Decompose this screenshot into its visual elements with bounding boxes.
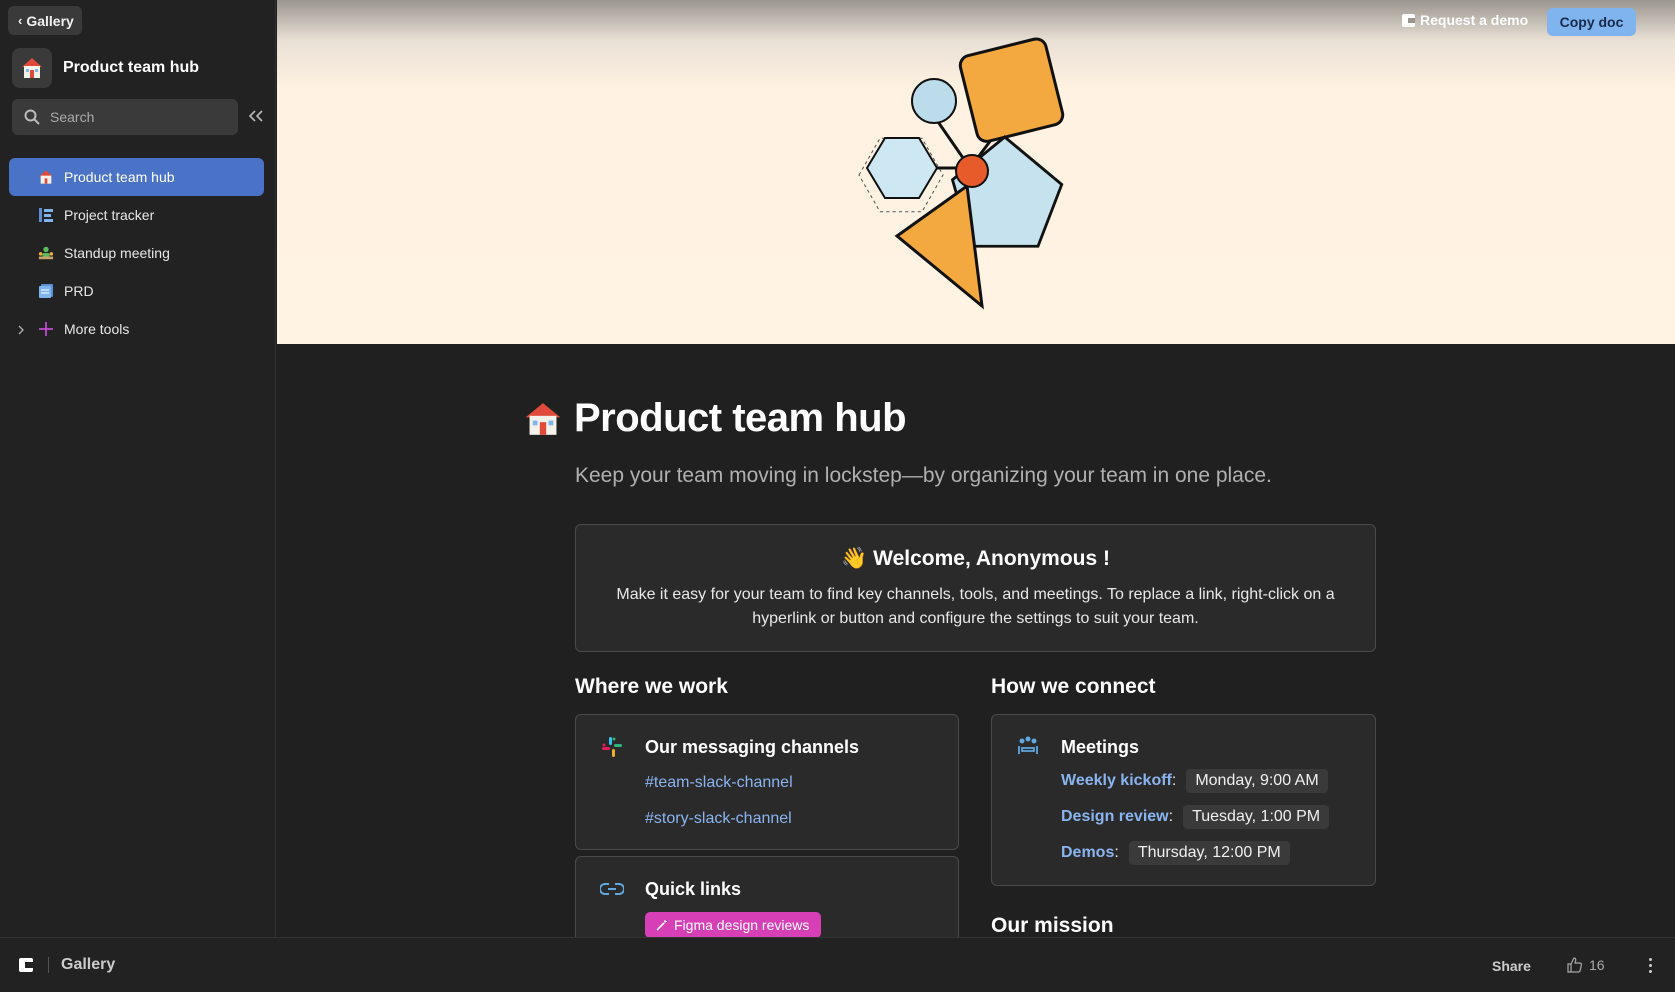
collapse-sidebar-button[interactable] (246, 106, 266, 126)
sidebar-item-project-tracker[interactable]: Project tracker (9, 196, 264, 234)
bottom-bar: Gallery Share 16 (0, 937, 1675, 992)
house-icon (525, 402, 561, 435)
thumbs-up-icon (1567, 957, 1583, 973)
chevron-left-icon: ‹ (18, 13, 23, 28)
welcome-heading-text: Welcome, Anonymous ! (873, 547, 1111, 570)
gallery-back-label: Gallery (26, 12, 74, 29)
doc-title: Product team hub (63, 59, 200, 76)
waving-hand-icon: 👋 (840, 547, 868, 570)
request-demo-label: Request a demo (1420, 12, 1529, 28)
sidebar-item-label: Project tracker (64, 207, 155, 223)
messaging-channels-card: Our messaging channels #team-slack-chann… (575, 714, 959, 850)
page-title-text: Product team hub (574, 396, 907, 440)
messaging-channels-title: Our messaging channels (645, 737, 860, 757)
sidebar-item-product-team-hub[interactable]: Product team hub (9, 158, 264, 196)
meeting-colon: : (1168, 808, 1174, 825)
how-we-connect-heading: How we connect (991, 675, 1156, 698)
divider (48, 957, 49, 973)
our-mission-heading: Our mission (991, 914, 1114, 937)
slack-icon (602, 737, 622, 757)
meeting-colon: : (1171, 772, 1177, 789)
channel-link[interactable]: #team-slack-channel (645, 774, 793, 792)
main-content: Product team hub Keep your team moving i… (277, 344, 1675, 937)
meeting-colon: : (1114, 844, 1119, 861)
quick-links-title: Quick links (645, 879, 742, 899)
more-options-button[interactable] (1645, 955, 1655, 975)
request-demo-button[interactable]: Request a demo (1402, 12, 1528, 28)
header-banner (277, 0, 1675, 344)
welcome-heading: 👋 Welcome, Anonymous ! (576, 547, 1375, 571)
meeting-row: Demos: Thursday, 12:00 PM (1061, 841, 1290, 865)
welcome-body: Make it easy for your team to find key c… (616, 586, 1335, 627)
more-dot (1648, 969, 1652, 973)
page-title: Product team hub (524, 396, 907, 441)
copy-doc-button[interactable]: Copy doc (1547, 8, 1636, 36)
sidebar-item-more-tools[interactable]: More tools (9, 310, 264, 348)
meeting-time: Tuesday, 1:00 PM (1183, 805, 1330, 829)
channel-link[interactable]: #story-slack-channel (645, 810, 792, 828)
share-button[interactable]: Share (1492, 958, 1531, 974)
search-icon (24, 109, 40, 125)
sidebar-item-standup-meeting[interactable]: Standup meeting (9, 234, 264, 272)
coda-logo-icon[interactable] (19, 958, 33, 972)
sidebar-item-prd[interactable]: PRD (9, 272, 264, 310)
house-icon (12, 48, 52, 88)
meeting-name-link[interactable]: Design review (1061, 808, 1169, 826)
sidebar-item-label: Standup meeting (64, 245, 170, 261)
meeting-people-icon (1018, 736, 1038, 754)
page-subtitle: Keep your team moving in lockstep—by org… (575, 464, 1272, 487)
quick-links-card: Quick links Figma design reviews (575, 856, 959, 937)
document-icon (38, 283, 54, 299)
search-input[interactable]: Search (12, 99, 238, 135)
gallery-back-button[interactable]: ‹ Gallery (8, 6, 82, 35)
doc-header[interactable]: Product team hub (12, 48, 199, 88)
meetings-title: Meetings (1061, 737, 1140, 757)
more-dot (1648, 963, 1652, 967)
meetings-card: Meetings Weekly kickoff: Monday, 9:00 AM… (991, 714, 1376, 886)
meeting-row: Design review: Tuesday, 1:00 PM (1061, 805, 1330, 829)
banner-illustration (858, 37, 1065, 310)
like-count: 16 (1589, 957, 1605, 973)
meeting-row: Weekly kickoff: Monday, 9:00 AM (1061, 769, 1328, 793)
where-we-work-heading: Where we work (575, 675, 728, 698)
plus-icon (38, 321, 54, 337)
sidebar: ‹ Gallery Product team hub Search Produc… (0, 0, 276, 937)
meeting-name-link[interactable]: Weekly kickoff (1061, 772, 1172, 790)
double-chevron-left-icon (249, 110, 263, 122)
chevron-right-icon[interactable] (17, 322, 25, 338)
sidebar-item-label: Product team hub (64, 169, 175, 185)
house-icon (38, 169, 54, 185)
magic-wand-icon (656, 919, 667, 931)
meeting-time: Thursday, 12:00 PM (1128, 841, 1290, 865)
like-button[interactable]: 16 (1567, 957, 1605, 973)
meeting-time: Monday, 9:00 AM (1186, 769, 1328, 793)
gallery-link[interactable]: Gallery (61, 956, 115, 974)
link-icon (600, 883, 624, 895)
coda-logo-icon (1402, 13, 1415, 27)
sidebar-nav: Product team hub Project tracker Standup… (9, 158, 264, 348)
meeting-name-link[interactable]: Demos (1061, 844, 1114, 862)
tracker-icon (38, 207, 54, 223)
sidebar-item-label: PRD (64, 283, 94, 299)
figma-design-reviews-button[interactable]: Figma design reviews (645, 912, 822, 937)
people-icon (38, 245, 54, 261)
search-placeholder: Search (50, 109, 95, 125)
sidebar-item-label: More tools (64, 321, 130, 337)
figma-tag-label: Figma design reviews (674, 917, 810, 933)
welcome-callout: 👋 Welcome, Anonymous ! Make it easy for … (575, 524, 1376, 652)
more-dot (1648, 957, 1652, 961)
